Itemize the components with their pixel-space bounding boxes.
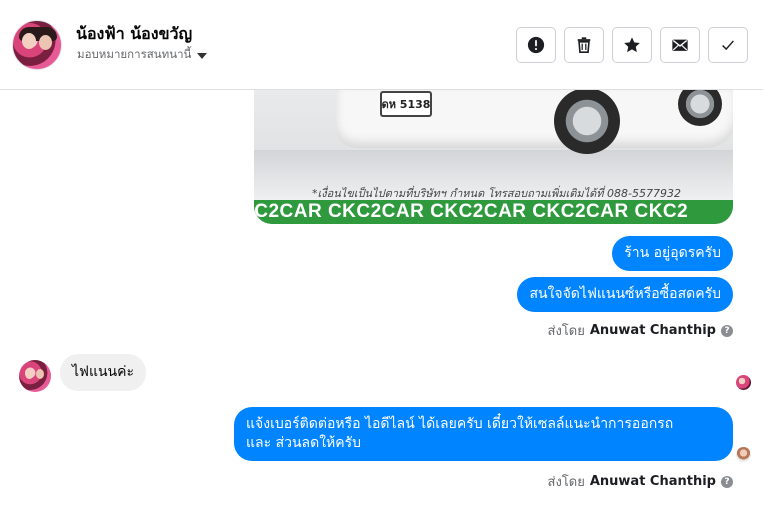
sender-name: Anuwat Chanthip [589, 323, 716, 338]
message-line: และ ส่วนลดให้ครับ [246, 435, 362, 451]
message-bubble-outgoing[interactable]: แจ้งเบอร์ติดต่อหรือ ไอดีไลน์ ได้เลยครับ … [234, 407, 733, 461]
message-bubble-incoming[interactable]: ไฟแนนค่ะ [60, 354, 147, 391]
sent-by-label: ส่งโดย Anuwat Chanthip ? [548, 320, 733, 341]
envelope-icon [672, 39, 688, 51]
brand-banner-text: KC2CAR CKC2CAR CKC2CAR CKC2CAR CKC2 [254, 201, 689, 222]
contact-avatar[interactable] [12, 20, 62, 70]
sent-by-prefix: ส่งโดย [547, 475, 585, 490]
message-thread[interactable]: ดห 5138 *เงื่อนไขเป็นไปตามที่บริษัทฯ กำห… [0, 90, 763, 522]
contact-avatar-small[interactable] [19, 360, 51, 392]
mark-done-button[interactable] [708, 27, 748, 63]
mark-unread-button[interactable] [660, 27, 700, 63]
delete-button[interactable] [564, 27, 604, 63]
report-button[interactable] [516, 27, 556, 63]
brand-banner: KC2CAR CKC2CAR CKC2CAR CKC2CAR CKC2 [254, 200, 733, 224]
message-line: แจ้งเบอร์ติดต่อหรือ ไอดีไลน์ ได้เลยครับ … [246, 416, 674, 432]
message-bubble-outgoing[interactable]: สนใจจัดไฟแนนซ์หรือซื้อสดครับ [517, 277, 733, 312]
contact-name[interactable]: น้องฟ้า น้องขวัญ [76, 22, 192, 47]
star-button[interactable] [612, 27, 652, 63]
help-icon[interactable]: ? [721, 324, 733, 337]
license-plate: ดห 5138 [380, 91, 432, 117]
seen-avatar-icon [736, 447, 751, 462]
check-icon [722, 40, 734, 51]
assign-conversation-dropdown[interactable]: มอบหมายการสนทนานี้ [77, 46, 208, 64]
help-icon[interactable]: ? [721, 475, 733, 488]
seen-avatar-icon [736, 375, 751, 390]
conversation-header: น้องฟ้า น้องขวัญ มอบหมายการสนทนานี้ [0, 0, 763, 90]
trash-icon [577, 37, 591, 54]
assign-label: มอบหมายการสนทนานี้ [77, 47, 192, 61]
car-wheel [554, 90, 620, 154]
sender-name: Anuwat Chanthip [589, 474, 716, 489]
message-bubble-outgoing[interactable]: ร้าน อยู่อุดรครับ [612, 236, 733, 271]
car-ad-image[interactable]: ดห 5138 *เงื่อนไขเป็นไปตามที่บริษัทฯ กำห… [254, 90, 733, 224]
alert-circle-icon [527, 36, 545, 54]
caret-down-icon [197, 53, 208, 59]
sent-by-label: ส่งโดย Anuwat Chanthip ? [548, 471, 733, 492]
sent-by-prefix: ส่งโดย [547, 324, 585, 339]
star-icon [624, 37, 640, 53]
